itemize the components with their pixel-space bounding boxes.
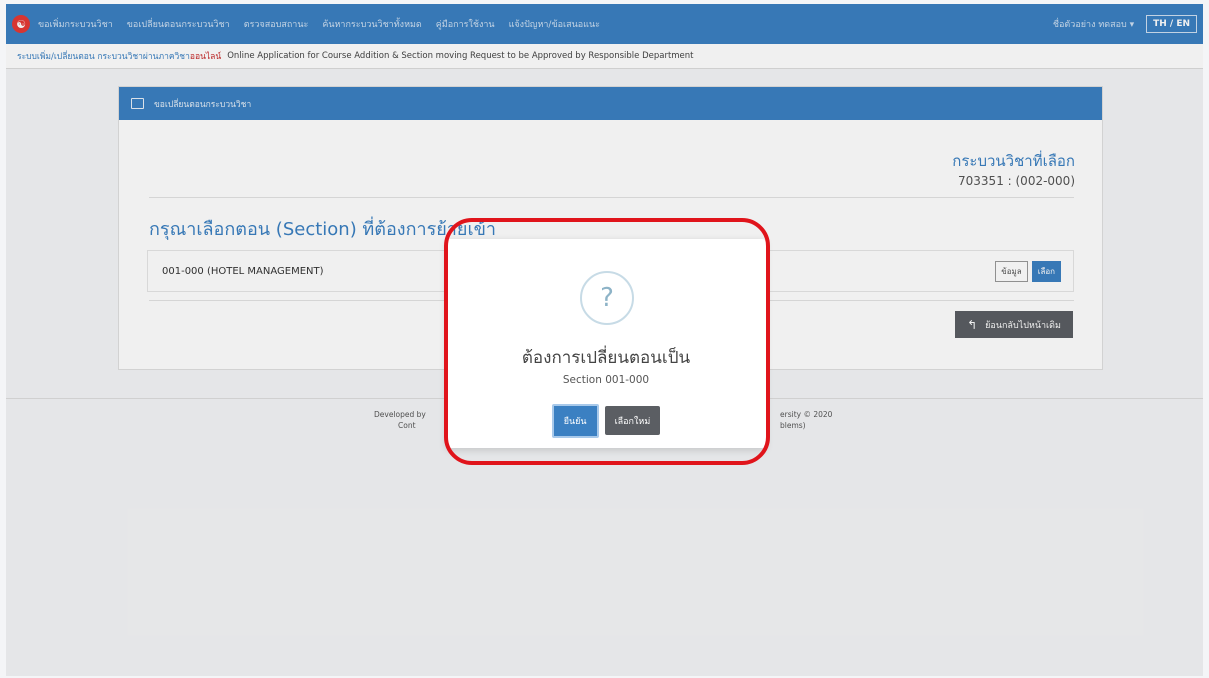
- highlight-ring: [444, 218, 770, 465]
